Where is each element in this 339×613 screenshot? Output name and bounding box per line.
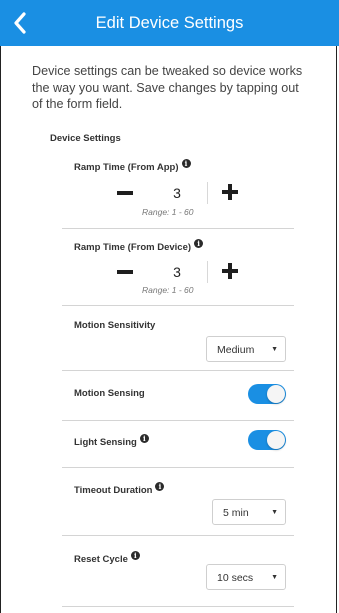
setting-label: Motion Sensing (74, 388, 145, 399)
increment-button[interactable] (222, 263, 238, 279)
select-value: Medium (217, 344, 255, 356)
info-icon[interactable]: i (194, 239, 204, 248)
setting-label-text: Motion Sensitivity (74, 320, 156, 331)
info-icon[interactable]: i (130, 551, 140, 560)
toggle-knob (267, 431, 285, 449)
header-bar: Edit Device Settings (0, 0, 339, 46)
setting-light-sensing: Light Sensing i (62, 420, 294, 468)
setting-label: Light Sensing i (74, 434, 149, 448)
section-title: Device Settings (50, 133, 121, 144)
select-value: 10 secs (217, 572, 254, 584)
ramp-time-device-input[interactable]: 3 (147, 261, 208, 283)
caret-down-icon: ▼ (271, 509, 278, 516)
setting-label-text: Light Sensing (74, 437, 137, 448)
timeout-duration-select[interactable]: 5 min ▼ (212, 499, 286, 525)
motion-sensitivity-select[interactable]: Medium ▼ (206, 336, 286, 362)
decrement-button[interactable] (117, 270, 133, 274)
setting-motion-sensing: Motion Sensing (62, 370, 294, 421)
info-icon[interactable]: i (155, 482, 165, 491)
info-icon[interactable]: i (181, 159, 191, 168)
setting-reset-cycle: Reset Cycle i 10 secs ▼ (62, 535, 294, 607)
setting-label-text: Ramp Time (From Device) (74, 242, 192, 253)
ramp-time-app-input[interactable]: 3 (147, 182, 208, 204)
light-sensing-toggle[interactable] (248, 430, 286, 450)
reset-cycle-select[interactable]: 10 secs ▼ (206, 564, 286, 590)
page-title: Edit Device Settings (95, 14, 244, 32)
setting-ramp-time-app: Ramp Time (From App) i 3 Range: 1 - 60 (62, 150, 294, 229)
motion-sensing-toggle[interactable] (248, 384, 286, 404)
ramp-time-device-stepper: 3 (117, 259, 247, 285)
setting-ramp-time-device: Ramp Time (From Device) i 3 Range: 1 - 6… (62, 228, 294, 306)
select-value: 5 min (223, 507, 249, 519)
increment-button[interactable] (222, 184, 238, 200)
caret-down-icon: ▼ (271, 346, 278, 353)
range-hint: Range: 1 - 60 (142, 207, 194, 217)
setting-label: Ramp Time (From App) i (74, 159, 191, 173)
decrement-button[interactable] (117, 191, 133, 195)
setting-label-text: Timeout Duration (74, 485, 153, 496)
toggle-knob (267, 385, 285, 403)
setting-timeout-duration: Timeout Duration i 5 min ▼ (62, 467, 294, 536)
setting-motion-sensitivity: Motion Sensitivity Medium ▼ (62, 305, 294, 371)
setting-label-text: Ramp Time (From App) (74, 162, 179, 173)
caret-down-icon: ▼ (271, 574, 278, 581)
setting-label: Motion Sensitivity (74, 320, 155, 331)
setting-label-text: Reset Cycle (74, 554, 128, 565)
setting-label-text: Motion Sensing (74, 388, 145, 399)
ramp-time-app-stepper: 3 (117, 180, 247, 206)
setting-label: Reset Cycle i (74, 551, 140, 565)
range-hint: Range: 1 - 60 (142, 285, 194, 295)
info-icon[interactable]: i (139, 434, 149, 443)
setting-label: Timeout Duration i (74, 482, 165, 496)
intro-text: Device settings can be tweaked so device… (32, 64, 303, 111)
setting-label: Ramp Time (From Device) i (74, 239, 204, 253)
